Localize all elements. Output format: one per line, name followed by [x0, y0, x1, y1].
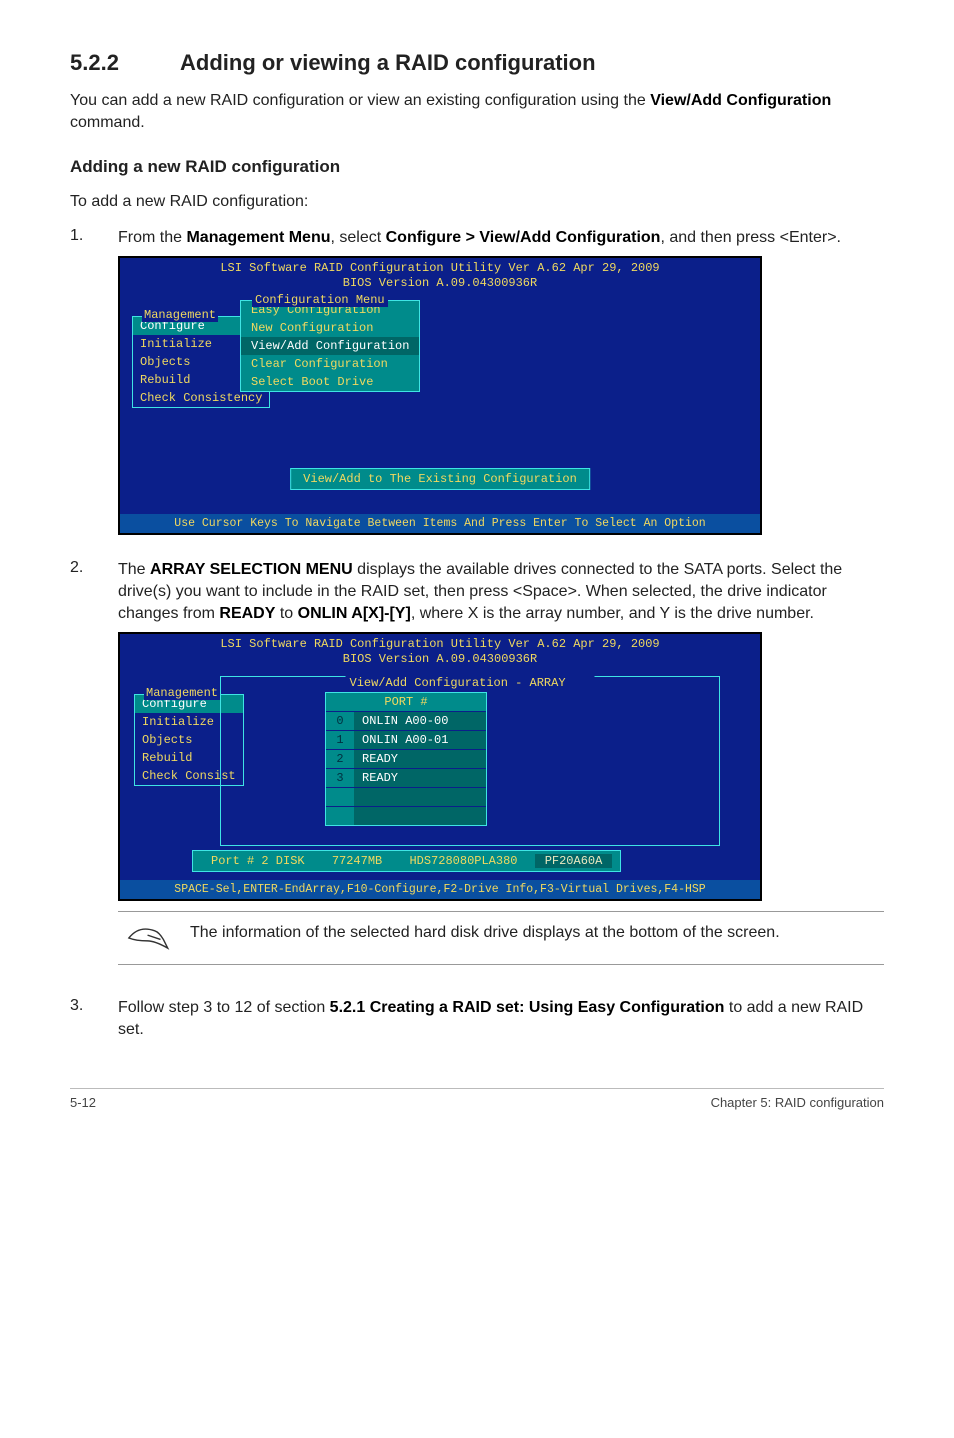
configuration-menu[interactable]: Easy Configuration New Configuration Vie…	[240, 300, 420, 392]
bios-footer-help: SPACE-Sel,ENTER-EndArray,F10-Configure,F…	[120, 880, 760, 899]
port-row-1[interactable]: 1ONLIN A00-01	[326, 730, 486, 749]
management-menu-label: Management	[144, 686, 220, 700]
step-2: 2. The ARRAY SELECTION MENU displays the…	[70, 559, 884, 983]
intro-para: You can add a new RAID configuration or …	[70, 90, 884, 133]
page-footer: 5-12 Chapter 5: RAID configuration	[70, 1088, 884, 1110]
section-title: Adding or viewing a RAID configuration	[180, 50, 596, 75]
step-3-text: Follow step 3 to 12 of section 5.2.1 Cre…	[118, 997, 884, 1042]
step-1-text: From the Management Menu, select Configu…	[118, 227, 884, 249]
port-row-4[interactable]	[326, 787, 486, 806]
step-number: 2.	[70, 559, 98, 983]
step-3: 3. Follow step 3 to 12 of section 5.2.1 …	[70, 997, 884, 1048]
bios-status-line: View/Add to The Existing Configuration	[290, 468, 590, 490]
port-row-3[interactable]: 3READY	[326, 768, 486, 787]
step-number: 1.	[70, 227, 98, 544]
bios-screenshot-1: LSI Software RAID Configuration Utility …	[118, 256, 762, 535]
bios-title: LSI Software RAID Configuration Utility …	[120, 634, 760, 670]
page-number: 5-12	[70, 1095, 96, 1110]
bios-title: LSI Software RAID Configuration Utility …	[120, 258, 760, 294]
section-number: 5.2.2	[70, 50, 180, 76]
port-row-5[interactable]	[326, 806, 486, 825]
bios-footer-help: Use Cursor Keys To Navigate Between Item…	[120, 514, 760, 533]
step-number: 3.	[70, 997, 98, 1048]
step-2-text: The ARRAY SELECTION MENU displays the av…	[118, 559, 884, 626]
step-1: 1. From the Management Menu, select Conf…	[70, 227, 884, 544]
disk-info-bar: Port # 2 DISK 77247MB HDS728080PLA380 PF…	[192, 850, 621, 872]
port-table[interactable]: PORT # 0ONLIN A00-00 1ONLIN A00-01 2READ…	[325, 692, 487, 826]
cfg-item-new[interactable]: New Configuration	[241, 319, 419, 337]
chapter-label: Chapter 5: RAID configuration	[711, 1095, 884, 1110]
subsection-intro: To add a new RAID configuration:	[70, 193, 884, 211]
configuration-menu-label: Configuration Menu	[252, 293, 388, 307]
cfg-item-boot[interactable]: Select Boot Drive	[241, 373, 419, 391]
note-icon	[126, 922, 172, 954]
note-text: The information of the selected hard dis…	[190, 922, 780, 944]
port-row-2[interactable]: 2READY	[326, 749, 486, 768]
management-menu-label: Management	[142, 308, 218, 322]
section-heading: 5.2.2Adding or viewing a RAID configurat…	[70, 50, 884, 76]
bios-screenshot-2: LSI Software RAID Configuration Utility …	[118, 632, 762, 901]
cfg-item-clear[interactable]: Clear Configuration	[241, 355, 419, 373]
subsection-heading: Adding a new RAID configuration	[70, 157, 884, 177]
port-row-0[interactable]: 0ONLIN A00-00	[326, 711, 486, 730]
cfg-item-viewadd[interactable]: View/Add Configuration	[241, 337, 419, 355]
note-callout: The information of the selected hard dis…	[118, 911, 884, 965]
port-header: PORT #	[326, 693, 486, 711]
